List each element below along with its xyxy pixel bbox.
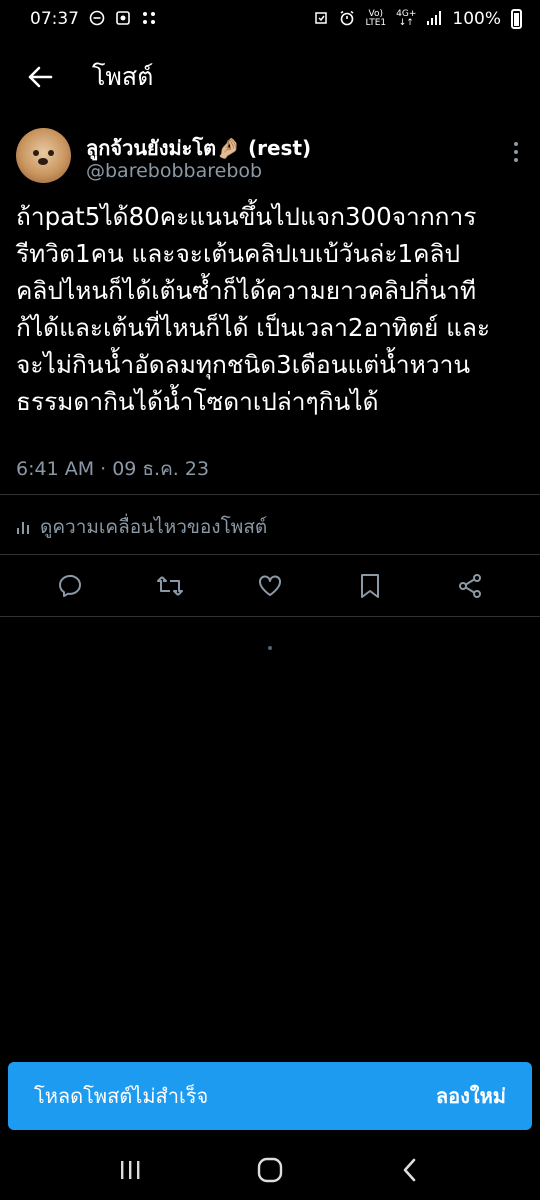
more-options-icon[interactable] [506, 142, 526, 162]
volte-indicator: Vo) LTE1 [365, 10, 386, 28]
divider [0, 616, 540, 617]
page-title: โพสต์ [92, 62, 154, 91]
tweet-timestamp: 6:41 AM · 09 ธ.ค. 23 [16, 458, 210, 480]
battery-percent: 100% [452, 9, 501, 29]
system-back-button[interactable] [385, 1148, 435, 1192]
error-toast: โหลดโพสต์ไม่สำเร็จ ลองใหม่ [8, 1062, 532, 1130]
retweet-icon [157, 576, 183, 596]
clock: 07:37 [30, 9, 79, 29]
author-handle[interactable]: @barebobbarebob [86, 160, 262, 182]
post-activity-link[interactable]: ดูความเคลื่อนไหวของโพสต์ [16, 512, 267, 542]
tweet-actions [0, 560, 540, 612]
home-button[interactable] [245, 1148, 295, 1192]
lte-label: LTE1 [365, 18, 387, 28]
tweet-author: ลูกจ้วนยังม่ะโต🤌🏼 (rest) @barebobbarebob [16, 128, 526, 188]
arrow-left-icon [28, 66, 53, 88]
battery-icon [511, 9, 522, 29]
chevron-left-icon [403, 1158, 416, 1182]
back-button[interactable] [0, 44, 80, 110]
retry-button[interactable]: ลองใหม่ [436, 1080, 506, 1112]
share-button[interactable] [450, 566, 490, 606]
screenshot-icon [115, 10, 131, 29]
reply-icon [59, 574, 81, 597]
post-activity-label: ดูความเคลื่อนไหวของโพสต์ [40, 516, 268, 538]
reply-button[interactable] [50, 566, 90, 606]
share-icon [459, 574, 481, 598]
tweet-text: ถ้าpat5ได้80คะแนนขึ้นไปแจก300จากการ รีทว… [16, 202, 491, 416]
signal-icon [426, 10, 442, 29]
avatar[interactable] [16, 128, 71, 183]
top-bar: โพสต์ [0, 44, 540, 110]
like-button[interactable] [250, 566, 290, 606]
data-arrows-label: ↓↑ [398, 18, 414, 28]
app-grid-icon [141, 10, 157, 29]
retweet-button[interactable] [150, 566, 190, 606]
alarm-sync-icon [313, 10, 329, 29]
status-bar: 07:37 Vo) LTE1 4G+ ↓↑ 100% [0, 0, 540, 38]
divider [0, 494, 540, 495]
avatar-nose [38, 158, 48, 165]
recent-apps-button[interactable] [105, 1148, 155, 1192]
bookmark-button[interactable] [350, 566, 390, 606]
divider [0, 554, 540, 555]
loading-indicator [268, 646, 272, 650]
alarm-icon [339, 10, 355, 29]
analytics-icon [17, 522, 29, 534]
recent-apps-icon [121, 1161, 140, 1179]
toast-message: โหลดโพสต์ไม่สำเร็จ [34, 1084, 209, 1108]
heart-icon [259, 575, 281, 596]
home-icon [257, 1157, 283, 1183]
avatar-eye-right [48, 150, 54, 156]
do-not-disturb-icon [89, 10, 105, 29]
bookmark-icon [361, 574, 379, 598]
data-indicator: 4G+ ↓↑ [396, 10, 416, 28]
avatar-eye-left [33, 150, 39, 156]
system-nav-bar [0, 1140, 540, 1200]
